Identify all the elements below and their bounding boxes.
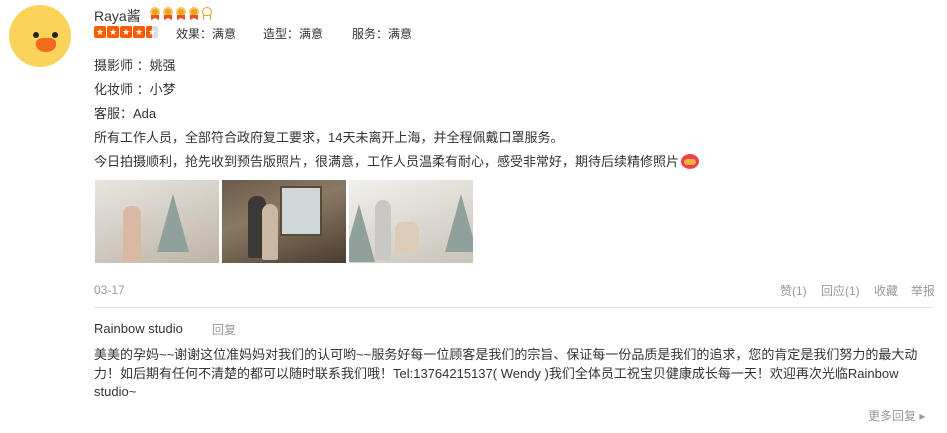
review-line-photographer: 摄影师 ：姚强: [94, 58, 176, 73]
avatar-beak: [36, 38, 56, 52]
medal-icon: [162, 7, 174, 20]
star-half-icon: ★: [146, 26, 158, 38]
medal-empty-icon: [201, 7, 213, 20]
avatar-eye-right: [52, 32, 58, 38]
rating-styling: 造型：满意: [263, 27, 324, 41]
review-photo-2[interactable]: [222, 180, 346, 263]
divider: [94, 307, 934, 308]
shop-name[interactable]: Rainbow studio: [94, 321, 183, 336]
report-button[interactable]: 举报: [911, 282, 935, 299]
reply-button[interactable]: 回应(1): [821, 282, 860, 299]
review-line-staff: 所有工作人员，全部符合政府复工要求，14天未离开上海，并全程佩戴口罩服务。: [94, 130, 564, 145]
shop-reply-text: 美美的孕妈~~谢谢这位准妈妈对我们的认可哟~~服务好每一位顾客是我们的宗旨、保证…: [94, 347, 918, 399]
review-line-summary: 今日拍摄顺利，抢先收到预告版照片，很满意，工作人员温柔有耐心，感受非常好，期待后…: [94, 151, 700, 170]
more-replies-link[interactable]: 更多回复 ▸: [868, 407, 925, 424]
medal-icon: [175, 7, 187, 20]
rating-effect: 效果：满意: [176, 27, 237, 41]
review-line-service: 客服：Ada: [94, 106, 157, 121]
star-icon: ★: [133, 26, 145, 38]
rating-service: 服务：满意: [352, 27, 413, 41]
review-summary-text: 今日拍摄顺利，抢先收到预告版照片，很满意，工作人员温柔有耐心，感受非常好，期待后…: [94, 154, 680, 169]
reply-tag: 回复: [212, 323, 237, 337]
star-icon: ★: [120, 26, 132, 38]
review-date: 03-17: [94, 283, 125, 297]
review-photo-1[interactable]: [95, 180, 219, 263]
medal-icon: [188, 7, 200, 20]
member-level-medals: [149, 7, 213, 20]
star-icon: ★: [94, 26, 106, 38]
heart-hug-emoji-icon: [681, 154, 700, 169]
review-photos: [95, 180, 473, 263]
review-line-makeup: 化妆师 ：小梦: [94, 82, 176, 97]
review-photo-3[interactable]: [349, 180, 473, 263]
avatar-eye-left: [33, 32, 39, 38]
star-icon: ★: [107, 26, 119, 38]
like-button[interactable]: 赞(1): [780, 282, 807, 299]
medal-icon: [149, 7, 161, 20]
username[interactable]: Raya酱: [94, 6, 141, 26]
favorite-button[interactable]: 收藏: [874, 282, 898, 299]
user-avatar[interactable]: [9, 5, 71, 67]
star-rating: ★ ★ ★ ★ ★: [94, 26, 158, 38]
